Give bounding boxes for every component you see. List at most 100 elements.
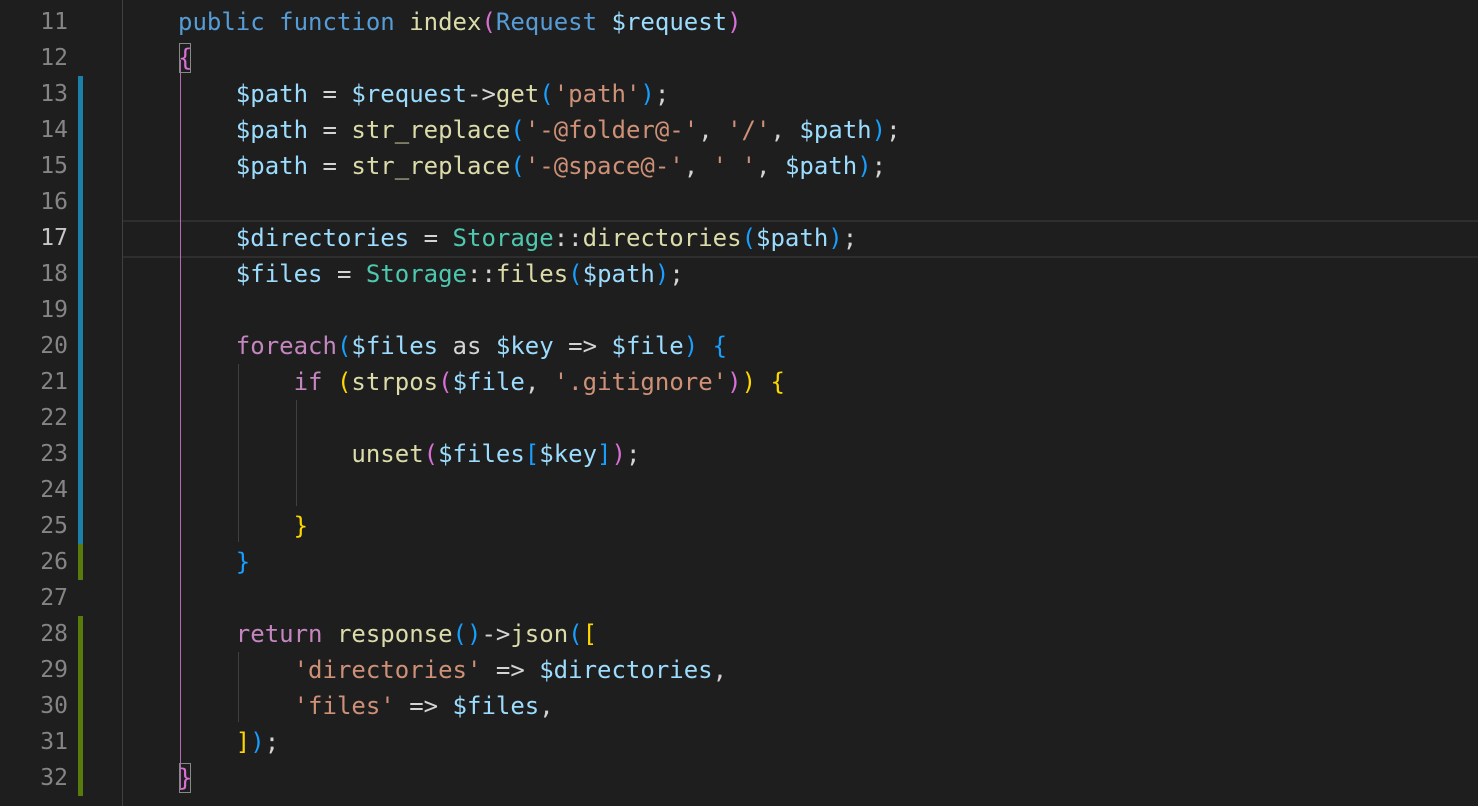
modified-line-marker[interactable] xyxy=(78,76,83,112)
code-line[interactable]: 29 'directories' => $directories, xyxy=(0,652,1478,688)
code-token: $file xyxy=(452,368,525,396)
code-token: $files xyxy=(351,332,439,360)
modified-line-marker[interactable] xyxy=(78,508,83,544)
code-line[interactable]: 13 $path = $request->get('path'); xyxy=(0,76,1478,112)
modified-line-marker[interactable] xyxy=(78,436,83,472)
code-token: $key xyxy=(495,332,554,360)
added-line-marker[interactable] xyxy=(78,760,83,796)
code-token: } xyxy=(235,548,251,576)
code-token: ( xyxy=(481,8,496,36)
code-token: , xyxy=(712,656,728,684)
code-text: $path = str_replace('-@space@-', ' ', $p… xyxy=(178,148,886,184)
code-line[interactable]: 11 public function index(Request $request… xyxy=(0,4,1478,40)
code-token: ) xyxy=(250,728,265,756)
code-token: ; xyxy=(654,80,670,108)
code-line[interactable]: 30 'files' => $files, xyxy=(0,688,1478,724)
line-number: 27 xyxy=(40,585,68,611)
line-number: 22 xyxy=(40,405,68,431)
code-token: index xyxy=(409,8,482,36)
code-token: ( xyxy=(510,152,525,180)
code-token: ( xyxy=(336,332,352,360)
code-token: ) xyxy=(611,440,626,468)
code-line[interactable]: 23 unset($files[$key]); xyxy=(0,436,1478,472)
code-token: , xyxy=(539,692,554,720)
modified-line-marker[interactable] xyxy=(78,112,83,148)
modified-line-marker[interactable] xyxy=(78,220,83,256)
code-line[interactable]: 19 xyxy=(0,292,1478,328)
code-text: public function index(Request $request) xyxy=(178,4,742,40)
code-line[interactable]: 24 xyxy=(0,472,1478,508)
added-line-marker[interactable] xyxy=(78,724,83,760)
line-number: 14 xyxy=(40,117,68,143)
code-token: '.gitignore' xyxy=(553,368,728,396)
added-line-marker[interactable] xyxy=(78,616,83,652)
code-token: ) xyxy=(727,8,742,36)
code-line[interactable]: 14 $path = str_replace('-@folder@-', '/'… xyxy=(0,112,1478,148)
code-line[interactable]: 17 $directories = Storage::directories($… xyxy=(0,220,1478,256)
code-line[interactable]: 20 foreach($files as $key => $file) { xyxy=(0,328,1478,364)
code-token: files xyxy=(495,260,569,288)
modified-line-marker[interactable] xyxy=(78,292,83,328)
line-number: 16 xyxy=(40,189,68,215)
code-text: $path = str_replace('-@folder@-', '/', $… xyxy=(178,112,901,148)
code-token: ( xyxy=(539,80,554,108)
code-line[interactable]: 26 } xyxy=(0,544,1478,580)
code-editor[interactable]: 11 public function index(Request $request… xyxy=(0,0,1478,806)
added-line-marker[interactable] xyxy=(78,688,83,724)
code-text: $path = $request->get('path'); xyxy=(178,76,670,112)
added-line-marker[interactable] xyxy=(78,652,83,688)
code-token: $files xyxy=(235,260,323,288)
modified-line-marker[interactable] xyxy=(78,472,83,508)
code-token: response xyxy=(336,620,453,648)
code-token: ( xyxy=(438,368,453,396)
code-token: $files xyxy=(438,440,525,468)
code-token: ( xyxy=(423,440,439,468)
code-line[interactable]: 22 xyxy=(0,400,1478,436)
code-line[interactable]: 27 xyxy=(0,580,1478,616)
code-token: '/' xyxy=(727,116,771,144)
code-token: $path xyxy=(799,116,872,144)
modified-line-marker[interactable] xyxy=(78,364,83,400)
code-token: $file xyxy=(611,332,684,360)
code-token: ( xyxy=(336,368,352,396)
code-token: foreach xyxy=(235,332,337,360)
code-line[interactable]: 16 xyxy=(0,184,1478,220)
code-line[interactable]: 15 $path = str_replace('-@space@-', ' ',… xyxy=(0,148,1478,184)
line-number: 19 xyxy=(40,297,68,323)
modified-line-marker[interactable] xyxy=(78,148,83,184)
code-token: '-@space@-' xyxy=(524,152,684,180)
code-line[interactable]: 31 ]); xyxy=(0,724,1478,760)
code-token: ; xyxy=(886,116,901,144)
added-line-marker[interactable] xyxy=(78,544,83,580)
code-line[interactable]: 21 if (strpos($file, '.gitignore')) { xyxy=(0,364,1478,400)
code-token: unset xyxy=(351,440,424,468)
code-token: str_replace xyxy=(351,116,511,144)
code-token: 'path' xyxy=(553,80,641,108)
code-token: [ xyxy=(524,440,540,468)
code-line[interactable]: 25 } xyxy=(0,508,1478,544)
code-line[interactable]: 18 $files = Storage::files($path); xyxy=(0,256,1478,292)
line-number: 31 xyxy=(40,729,68,755)
code-token: $files xyxy=(452,692,540,720)
code-line[interactable]: 32} xyxy=(0,760,1478,796)
code-line[interactable]: 12 { xyxy=(0,40,1478,76)
line-number: 28 xyxy=(40,621,68,647)
modified-line-marker[interactable] xyxy=(78,328,83,364)
code-token: () xyxy=(452,620,482,648)
line-number: 12 xyxy=(40,45,68,71)
code-token: , xyxy=(683,152,713,180)
code-line[interactable]: 28 return response()->json([ xyxy=(0,616,1478,652)
modified-line-marker[interactable] xyxy=(78,256,83,292)
code-token: $path xyxy=(235,116,309,144)
modified-line-marker[interactable] xyxy=(78,184,83,220)
modified-line-marker[interactable] xyxy=(78,400,83,436)
code-token: ) xyxy=(727,368,742,396)
code-token: 'files' xyxy=(293,692,395,720)
